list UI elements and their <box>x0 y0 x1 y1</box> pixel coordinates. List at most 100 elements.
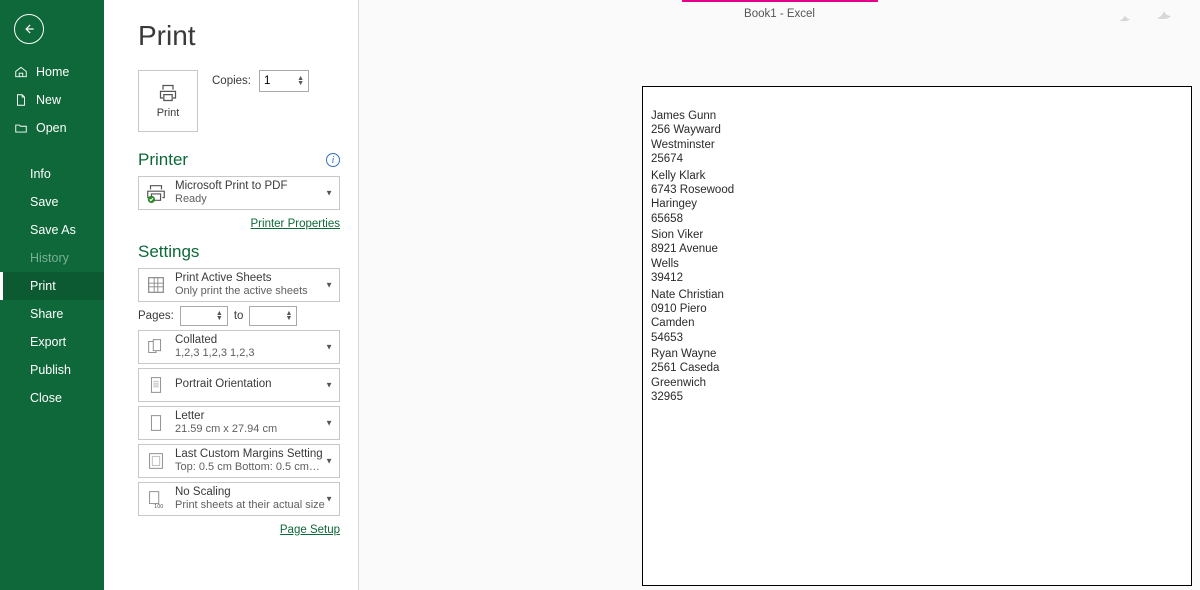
window-title: Book1 - Excel <box>744 8 815 20</box>
decorative-birds <box>1116 4 1182 28</box>
sidebar-new-label: New <box>36 93 61 107</box>
preview-line: Haringey <box>651 197 734 211</box>
settings-heading: Settings <box>138 242 340 262</box>
svg-text:100: 100 <box>154 504 163 510</box>
printer-dropdown[interactable]: Microsoft Print to PDF Ready ▼ <box>138 176 340 210</box>
page-setup-link[interactable]: Page Setup <box>280 524 340 536</box>
margins-l2: Top: 0.5 cm Bottom: 0.5 cm… <box>175 461 323 474</box>
copies-spinner[interactable]: ▲▼ <box>259 70 309 92</box>
file-icon <box>14 93 28 107</box>
arrow-left-icon <box>22 22 36 36</box>
sidebar-save-as[interactable]: Save As <box>0 216 104 244</box>
printer-name: Microsoft Print to PDF <box>175 180 287 193</box>
copies-input[interactable] <box>264 75 288 87</box>
home-icon <box>14 65 28 79</box>
backstage-sidebar: Home New Open Info Save Save As History … <box>0 0 104 590</box>
chevron-down-icon: ▼ <box>325 281 333 290</box>
info-icon[interactable]: i <box>326 153 340 167</box>
printer-heading: Printer <box>138 150 188 170</box>
collate-l1: Collated <box>175 334 255 347</box>
sidebar-close[interactable]: Close <box>0 384 104 412</box>
preview-line: 25674 <box>651 152 734 166</box>
print-what-dropdown[interactable]: Print Active Sheets Only print the activ… <box>138 268 340 302</box>
sidebar-publish[interactable]: Publish <box>0 356 104 384</box>
scaling-l2: Print sheets at their actual size <box>175 499 325 512</box>
printer-properties-link[interactable]: Printer Properties <box>251 218 340 230</box>
spinner-arrows-icon[interactable]: ▲▼ <box>285 311 292 321</box>
print-button-label: Print <box>157 107 180 119</box>
spinner-arrows-icon[interactable]: ▲▼ <box>297 76 304 86</box>
preview-line: 54653 <box>651 331 734 345</box>
preview-line: 65658 <box>651 212 734 226</box>
preview-record: Kelly Klark6743 RosewoodHaringey65658 <box>651 169 734 227</box>
preview-line: Wells <box>651 257 734 271</box>
collate-l2: 1,2,3 1,2,3 1,2,3 <box>175 347 255 360</box>
preview-record: Nate Christian0910 PieroCamden54653 <box>651 288 734 346</box>
sidebar-export[interactable]: Export <box>0 328 104 356</box>
chevron-down-icon: ▼ <box>325 381 333 390</box>
pages-label: Pages: <box>138 310 174 322</box>
orientation-dropdown[interactable]: Portrait Orientation ▼ <box>138 368 340 402</box>
preview-line: Sion Viker <box>651 228 734 242</box>
paper-l1: Letter <box>175 410 277 423</box>
bird-icon <box>1152 4 1182 28</box>
sidebar-open[interactable]: Open <box>0 114 104 142</box>
main-area: Print Print Copies: ▲▼ Printer i <box>104 0 1200 590</box>
chevron-down-icon: ▼ <box>325 343 333 352</box>
preview-line: Ryan Wayne <box>651 347 734 361</box>
preview-line: Kelly Klark <box>651 169 734 183</box>
page-to-field[interactable] <box>254 310 278 322</box>
spinner-arrows-icon[interactable]: ▲▼ <box>216 311 223 321</box>
print-what-l2: Only print the active sheets <box>175 285 308 298</box>
sidebar-save[interactable]: Save <box>0 188 104 216</box>
preview-record: James Gunn256 WaywardWestminster25674 <box>651 109 734 167</box>
bird-icon <box>1116 10 1138 28</box>
preview-record: Ryan Wayne2561 CasedaGreenwich32965 <box>651 347 734 405</box>
preview-line: 256 Wayward <box>651 123 734 137</box>
print-button[interactable]: Print <box>138 70 198 132</box>
pages-to-label: to <box>234 310 244 322</box>
preview-line: 32965 <box>651 390 734 404</box>
sidebar-history: History <box>0 244 104 272</box>
preview-line: 39412 <box>651 271 734 285</box>
pages-row: Pages: ▲▼ to ▲▼ <box>138 306 340 326</box>
orientation-l1: Portrait Orientation <box>175 378 272 391</box>
sidebar-new[interactable]: New <box>0 86 104 114</box>
sidebar-info[interactable]: Info <box>0 160 104 188</box>
preview-record: Sion Viker8921 AvenueWells39412 <box>651 228 734 286</box>
preview-content: James Gunn256 WaywardWestminster25674Kel… <box>651 109 734 407</box>
print-preview-area: Book1 - Excel James Gunn256 WaywardWestm… <box>358 0 1200 590</box>
collate-dropdown[interactable]: Collated 1,2,3 1,2,3 1,2,3 ▼ <box>138 330 340 364</box>
preview-line: Greenwich <box>651 376 734 390</box>
preview-line: Westminster <box>651 138 734 152</box>
chevron-down-icon: ▼ <box>325 189 333 198</box>
sidebar-print[interactable]: Print <box>0 272 104 300</box>
sidebar-home-label: Home <box>36 65 69 79</box>
sidebar-home[interactable]: Home <box>0 58 104 86</box>
page-from-input[interactable]: ▲▼ <box>180 306 228 326</box>
preview-page: James Gunn256 WaywardWestminster25674Kel… <box>642 86 1192 586</box>
printer-heading-row: Printer i <box>138 150 340 170</box>
sheets-icon <box>145 274 167 296</box>
preview-line: Nate Christian <box>651 288 734 302</box>
margins-dropdown[interactable]: Last Custom Margins Setting Top: 0.5 cm … <box>138 444 340 478</box>
paper-icon <box>145 412 167 434</box>
scaling-icon: 100 <box>145 488 167 510</box>
chevron-down-icon: ▼ <box>325 495 333 504</box>
printer-status-icon <box>145 182 167 204</box>
scaling-dropdown[interactable]: 100 No Scaling Print sheets at their act… <box>138 482 340 516</box>
sidebar-share[interactable]: Share <box>0 300 104 328</box>
paper-dropdown[interactable]: Letter 21.59 cm x 27.94 cm ▼ <box>138 406 340 440</box>
page-to-input[interactable]: ▲▼ <box>249 306 297 326</box>
chevron-down-icon: ▼ <box>325 419 333 428</box>
sidebar-open-label: Open <box>36 121 67 135</box>
preview-line: 0910 Piero <box>651 302 734 316</box>
preview-line: 2561 Caseda <box>651 361 734 375</box>
page-from-field[interactable] <box>185 310 209 322</box>
back-button[interactable] <box>14 14 44 44</box>
printer-icon <box>157 83 179 103</box>
title-accent <box>682 0 878 2</box>
copies-row: Copies: ▲▼ <box>212 70 309 92</box>
preview-line: James Gunn <box>651 109 734 123</box>
paper-l2: 21.59 cm x 27.94 cm <box>175 423 277 436</box>
